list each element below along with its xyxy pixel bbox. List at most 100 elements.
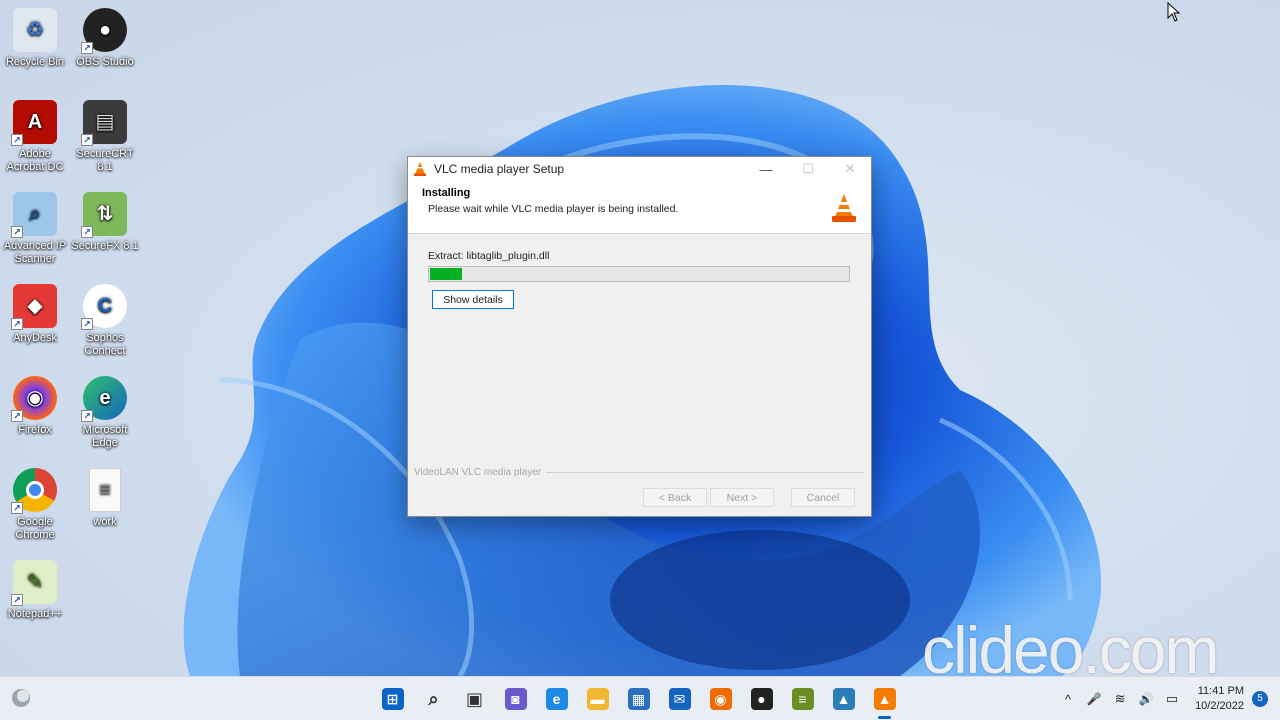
advanced-ip-scanner-shortcut[interactable]: ⌕ ↗ Advanced IP Scanner — [0, 192, 70, 266]
desktop-icon-label: Google Chrome — [15, 516, 55, 541]
photos-icon: ▲ — [832, 688, 855, 710]
installer-header: Installing Please wait while VLC media p… — [408, 181, 871, 234]
taskbar-apps: ⊞ ⌕ ▣ ◙ e ▬ ▦ ✉ ◉ ● ≡ ▲ ▲ — [372, 677, 905, 720]
anydesk-shortcut[interactable]: ◆ ↗ AnyDesk — [0, 284, 70, 345]
microphone-icon[interactable]: 🎤 — [1081, 692, 1107, 706]
install-progress-bar — [428, 266, 850, 282]
securecrt-icon: ▤ ↗ — [81, 100, 127, 146]
sophos-connect-shortcut[interactable]: C ↗ Sophos Connect — [70, 284, 140, 358]
firefox-icon: ◉ — [709, 688, 732, 710]
notepad-plus-plus-shortcut[interactable]: ✎ ↗ Notepad++ — [0, 560, 70, 621]
vlc-setup-window: VLC media player Setup — ☐ ✕ Installing … — [407, 156, 872, 517]
securefx-shortcut[interactable]: ⇅ ↗ SecureFX 8.1 — [70, 192, 140, 253]
installer-body: Extract: libtaglib_plugin.dll Show detai… — [408, 234, 871, 309]
obs-icon: ● — [750, 688, 773, 710]
taskbar-task-view-button[interactable]: ▣ — [454, 677, 495, 720]
show-details-button[interactable]: Show details — [432, 290, 514, 309]
google-chrome-shortcut[interactable]: ↗ Google Chrome — [0, 468, 70, 542]
desktop-icon-label: Firefox — [18, 424, 52, 436]
wifi-icon[interactable]: ≋ — [1107, 691, 1133, 707]
desktop-icon-label: OBS Studio — [76, 56, 134, 68]
obs-studio-shortcut[interactable]: ● ↗ OBS Studio — [70, 8, 140, 69]
desktop-icon-label: Recycle Bin — [5, 56, 65, 68]
desktop-icon-label: SecureCRT 8.1 — [76, 148, 134, 173]
adobe-acrobat-shortcut[interactable]: A ↗ Adobe Acrobat DC — [0, 100, 70, 174]
desktop-icon-label: work — [93, 516, 117, 528]
divider-line — [546, 472, 864, 473]
notification-badge[interactable]: 5 — [1252, 691, 1268, 707]
recycle-bin-icon: ♻ — [13, 8, 57, 52]
maximize-button[interactable]: ☐ — [787, 161, 829, 177]
next-button[interactable]: Next > — [710, 488, 774, 507]
window-title: VLC media player Setup — [434, 162, 565, 176]
desktop-icon-label: Notepad++ — [7, 608, 63, 620]
branding-divider: VideoLAN VLC media player — [414, 467, 864, 478]
weather-widget-icon — [12, 689, 30, 707]
search-icon: ⌕ — [428, 688, 439, 709]
edge-icon: e ↗ — [81, 376, 127, 422]
taskbar-store-button[interactable]: ▦ — [618, 677, 659, 720]
battery-icon[interactable]: ▭ — [1159, 691, 1185, 707]
chrome-icon: ↗ — [11, 468, 57, 514]
back-button[interactable]: < Back — [643, 488, 707, 507]
clock[interactable]: 11:41 PM 10/2/2022 — [1195, 684, 1244, 714]
widgets-button[interactable] — [10, 687, 32, 714]
progress-fill — [430, 268, 462, 280]
taskbar-search-button[interactable]: ⌕ — [413, 677, 454, 720]
mail-icon: ✉ — [668, 688, 691, 710]
extract-status: Extract: libtaglib_plugin.dll — [428, 250, 550, 262]
minimize-button[interactable]: — — [745, 162, 787, 177]
firefox-shortcut[interactable]: ◉ ↗ Firefox — [0, 376, 70, 437]
close-button[interactable]: ✕ — [829, 161, 871, 177]
desktop-icon-label: Adobe Acrobat DC — [6, 148, 64, 173]
desktop-icon-label: Advanced IP Scanner — [3, 240, 67, 265]
taskbar-edge-button[interactable]: e — [536, 677, 577, 720]
securecrt-shortcut[interactable]: ▤ ↗ SecureCRT 8.1 — [70, 100, 140, 174]
text-file-icon: ≡ — [89, 468, 121, 512]
taskbar-firefox-button[interactable]: ◉ — [700, 677, 741, 720]
sophos-connect-icon: C ↗ — [81, 284, 127, 330]
file-explorer-icon: ▬ — [586, 688, 609, 710]
vlc-logo-icon — [832, 194, 856, 222]
chat-icon: ◙ — [504, 688, 527, 710]
notepad-plus-plus-icon: ✎ ↗ — [11, 560, 57, 606]
clock-time: 11:41 PM — [1197, 685, 1244, 697]
wizard-buttons: < Back Next > Cancel — [643, 488, 858, 507]
mouse-cursor-icon — [1167, 2, 1181, 22]
branding-text: VideoLAN VLC media player — [414, 467, 542, 478]
task-view-icon: ▣ — [465, 688, 483, 709]
securefx-icon: ⇅ ↗ — [81, 192, 127, 238]
taskbar-chat-button[interactable]: ◙ — [495, 677, 536, 720]
taskbar-notepad-button[interactable]: ≡ — [782, 677, 823, 720]
taskbar-start-button[interactable]: ⊞ — [372, 677, 413, 720]
desktop-icon-label: AnyDesk — [12, 332, 58, 344]
start-icon: ⊞ — [381, 688, 404, 710]
desktop-icon-label: Microsoft Edge — [82, 424, 128, 449]
work-file[interactable]: ≡ work — [70, 468, 140, 529]
desktop-icon-label: Sophos Connect — [84, 332, 126, 357]
firefox-icon: ◉ ↗ — [11, 376, 57, 422]
vlc-icon: ▲ — [873, 688, 896, 710]
clock-date: 10/2/2022 — [1195, 700, 1244, 712]
vlc-cone-icon — [414, 162, 426, 176]
taskbar-mail-button[interactable]: ✉ — [659, 677, 700, 720]
title-bar[interactable]: VLC media player Setup — ☐ ✕ — [408, 157, 871, 181]
taskbar-file-explorer-button[interactable]: ▬ — [577, 677, 618, 720]
tray-overflow-chevron-icon[interactable]: ^ — [1055, 692, 1081, 707]
microsoft-edge-shortcut[interactable]: e ↗ Microsoft Edge — [70, 376, 140, 450]
header-title: Installing — [422, 187, 471, 199]
system-tray: ^ 🎤 ≋ 🔊 ▭ 11:41 PM 10/2/2022 5 — [1055, 677, 1280, 720]
recycle-bin-shortcut[interactable]: ♻ Recycle Bin — [0, 8, 70, 69]
volume-icon[interactable]: 🔊 — [1133, 692, 1159, 706]
taskbar-obs-button[interactable]: ● — [741, 677, 782, 720]
cancel-button[interactable]: Cancel — [791, 488, 855, 507]
advanced-ip-scanner-icon: ⌕ ↗ — [11, 192, 57, 238]
taskbar-photos-button[interactable]: ▲ — [823, 677, 864, 720]
taskbar-vlc-button[interactable]: ▲ — [864, 677, 905, 720]
desktop-icon-label: SecureFX 8.1 — [71, 240, 139, 252]
notepad-icon: ≡ — [791, 688, 814, 710]
anydesk-icon: ◆ ↗ — [11, 284, 57, 330]
obs-studio-icon: ● ↗ — [81, 8, 127, 54]
adobe-acrobat-icon: A ↗ — [11, 100, 57, 146]
taskbar: ⊞ ⌕ ▣ ◙ e ▬ ▦ ✉ ◉ ● ≡ ▲ ▲ ^ 🎤 ≋ 🔊 ▭ 11:41 PM 10/2/20… — [0, 676, 1280, 720]
